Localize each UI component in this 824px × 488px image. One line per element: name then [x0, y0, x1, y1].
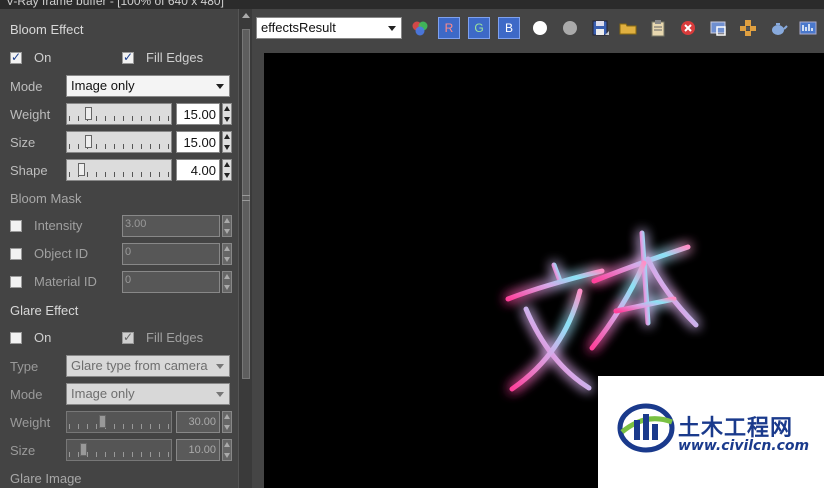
scrollbar-grip: [242, 195, 250, 201]
bloom-mode-label: Mode: [10, 79, 43, 94]
slider-track: [69, 424, 169, 429]
glare-weight-label: Weight: [10, 415, 51, 430]
clipboard-icon[interactable]: [648, 18, 668, 38]
glare-fill-edges-label: Fill Edges: [146, 330, 204, 345]
glare-mode-select[interactable]: Image only: [66, 383, 230, 405]
glare-mode-label: Mode: [10, 387, 43, 402]
glare-on-label: On: [34, 330, 52, 345]
glare-size-label: Size: [10, 443, 36, 458]
material-id-label: Material ID: [34, 274, 97, 289]
track-mouse-icon[interactable]: [738, 18, 758, 38]
window-title: V-Ray frame buffer - [100% of 640 x 480]: [6, 0, 224, 8]
save-icon[interactable]: [590, 18, 610, 38]
material-id-spinner[interactable]: [222, 271, 232, 293]
civilcn-logo-icon: [617, 403, 675, 453]
glare-on-checkbox[interactable]: [10, 332, 22, 344]
glare-weight-slider[interactable]: [66, 411, 172, 433]
object-id-label: Object ID: [34, 246, 89, 261]
glare-weight-spinner[interactable]: [222, 411, 232, 433]
slider-thumb[interactable]: [84, 107, 92, 120]
bloom-on-label: On: [34, 50, 52, 65]
object-id-field[interactable]: 0: [122, 243, 220, 265]
bloom-weight-spinner[interactable]: [222, 103, 232, 125]
bloom-mode-select[interactable]: Image only: [66, 75, 230, 97]
bloom-shape-slider[interactable]: [66, 159, 172, 181]
glare-type-select[interactable]: Glare type from camera: [66, 355, 230, 377]
bloom-size-label: Size: [10, 135, 36, 150]
bloom-fill-edges-checkbox[interactable]: [122, 50, 134, 64]
bloom-size-field[interactable]: 15.00: [176, 131, 220, 153]
settings-panel: Bloom Effect On Fill Edges Mode Image on…: [0, 9, 238, 488]
open-folder-icon[interactable]: [618, 18, 638, 38]
bloom-weight-label: Weight: [10, 107, 51, 122]
region-render-icon[interactable]: [708, 18, 728, 38]
bloom-size-spinner[interactable]: [222, 131, 232, 153]
intensity-label: Intensity: [34, 218, 83, 233]
bloom-size-slider[interactable]: [66, 131, 172, 153]
render-channel-select[interactable]: effectsResult: [256, 17, 402, 39]
scrollbar-thumb[interactable]: [242, 29, 250, 379]
frame-buffer-toolbar: effectsResult R G B: [252, 9, 824, 49]
bloom-shape-field[interactable]: 4.00: [176, 159, 220, 181]
slider-thumb[interactable]: [98, 415, 106, 428]
glare-weight-field[interactable]: 30.00: [176, 411, 220, 433]
bloom-mask-header: Bloom Mask: [10, 191, 82, 206]
object-id-checkbox[interactable]: [10, 248, 22, 260]
glare-size-slider[interactable]: [66, 439, 172, 461]
scroll-up-arrow-icon[interactable]: [242, 13, 250, 18]
slider-thumb[interactable]: [80, 443, 88, 456]
glare-image-header: Glare Image: [10, 471, 82, 486]
green-channel-button[interactable]: G: [468, 17, 490, 39]
material-id-field[interactable]: 0: [122, 271, 220, 293]
bloom-effect-header: Bloom Effect: [10, 22, 84, 37]
glare-size-spinner[interactable]: [222, 439, 232, 461]
teapot-render-icon[interactable]: [768, 18, 788, 38]
watermark-url: www.civilcn.com: [678, 438, 810, 454]
red-channel-button[interactable]: R: [438, 17, 460, 39]
intensity-spinner[interactable]: [222, 215, 232, 237]
bloom-shape-label: Shape: [10, 163, 48, 178]
panel-scrollbar[interactable]: [238, 9, 252, 488]
slider-thumb[interactable]: [78, 163, 86, 176]
glare-fill-edges-checkbox[interactable]: [122, 330, 134, 344]
bloom-weight-slider[interactable]: [66, 103, 172, 125]
window-title-bar: V-Ray frame buffer - [100% of 640 x 480]: [0, 0, 824, 9]
bloom-shape-spinner[interactable]: [222, 159, 232, 181]
bloom-on-checkbox[interactable]: [10, 50, 22, 64]
bloom-weight-field[interactable]: 15.00: [176, 103, 220, 125]
material-id-checkbox[interactable]: [10, 276, 22, 288]
site-watermark: 土木工程网 www.civilcn.com: [598, 376, 824, 488]
gray-dot-icon[interactable]: [560, 18, 580, 38]
bloom-fill-edges-label: Fill Edges: [146, 50, 204, 65]
show-corrections-icon[interactable]: [798, 18, 818, 38]
intensity-field[interactable]: 3.00: [122, 215, 220, 237]
blue-channel-button[interactable]: B: [498, 17, 520, 39]
object-id-spinner[interactable]: [222, 243, 232, 265]
white-dot-icon[interactable]: [530, 18, 550, 38]
intensity-checkbox[interactable]: [10, 220, 22, 232]
slider-thumb[interactable]: [84, 135, 92, 148]
clear-icon[interactable]: [678, 18, 698, 38]
glare-size-field[interactable]: 10.00: [176, 439, 220, 461]
glare-effect-header: Glare Effect: [10, 303, 79, 318]
color-channels-icon[interactable]: [410, 18, 430, 38]
glare-type-label: Type: [10, 359, 39, 374]
